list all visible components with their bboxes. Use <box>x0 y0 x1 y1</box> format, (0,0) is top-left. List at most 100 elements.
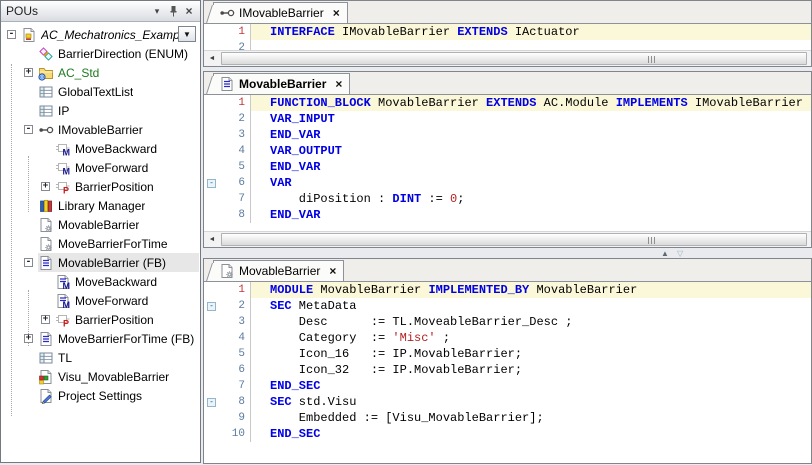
svg-text:P: P <box>63 185 69 195</box>
tree-expander-plus-icon[interactable]: + <box>41 182 50 191</box>
line-number: 7 <box>219 191 250 207</box>
editor-pane-interface: IMovableBarrier× 1INTERFACE IMovableBarr… <box>203 0 812 67</box>
tree-item-moveforward[interactable]: MMoveForward <box>1 158 199 177</box>
tab-close-icon[interactable]: × <box>335 78 342 90</box>
fold-margin <box>204 346 219 362</box>
code-text: Icon_32 := IP.MovableBarrier; <box>251 362 811 378</box>
token-kw: VAR <box>270 176 292 190</box>
line-number: 4 <box>219 330 250 346</box>
line-number: 2 <box>219 111 250 127</box>
scroll-thumb[interactable] <box>221 233 807 246</box>
scroll-left-arrow-icon[interactable]: ◄ <box>204 232 220 246</box>
tree-item-imovablebarrier[interactable]: - IMovableBarrier <box>1 120 199 139</box>
token-kw: FUNCTION_BLOCK <box>270 96 371 110</box>
code-line: 1MODULE MovableBarrier IMPLEMENTED_BY Mo… <box>204 282 811 298</box>
tree-item-visu-movablebarrier[interactable]: Visu_MovableBarrier <box>1 367 199 386</box>
tree-item-movebackward[interactable]: MMoveBackward <box>1 139 199 158</box>
token-kw: SEC <box>270 395 292 409</box>
gutter: -6 <box>204 175 251 191</box>
token-pl: Desc := TL.MoveableBarrier_Desc ; <box>270 315 572 329</box>
code-editor[interactable]: 1FUNCTION_BLOCK MovableBarrier EXTENDS A… <box>204 95 811 231</box>
code-text: diPosition : DINT := 0; <box>251 191 811 207</box>
root-dropdown-button[interactable]: ▼ <box>178 26 196 42</box>
pous-panel: POUs ▾ × -AC_Mechatronics_Example▼Barrie… <box>0 0 201 463</box>
tree-item-content: Library Manager <box>38 196 199 215</box>
horizontal-scrollbar[interactable]: ◄ <box>204 50 811 66</box>
code-editor[interactable]: 1MODULE MovableBarrier IMPLEMENTED_BY Mo… <box>204 282 811 463</box>
tree-item-movablebarrier-fb[interactable]: -MovableBarrier (FB) <box>1 253 199 272</box>
tree-item-barrierposition[interactable]: + P BarrierPosition <box>1 177 199 196</box>
tab-movablebarrier[interactable]: MovableBarrier× <box>213 73 350 94</box>
close-icon[interactable]: × <box>181 4 197 19</box>
tree-item-label: BarrierPosition <box>75 180 154 194</box>
code-text: MODULE MovableBarrier IMPLEMENTED_BY Mov… <box>251 282 811 298</box>
gutter: -8 <box>204 394 251 410</box>
tree-item-ip[interactable]: IP <box>1 101 199 120</box>
fold-margin <box>204 40 219 50</box>
tree-item-globaltextlist[interactable]: GlobalTextList <box>1 82 199 101</box>
code-text: Embedded := [Visu_MovableBarrier]; <box>251 410 811 426</box>
line-number: 2 <box>219 298 250 314</box>
tree-item-project-settings[interactable]: Project Settings <box>1 386 199 405</box>
tab-close-icon[interactable]: × <box>333 7 340 19</box>
library-icon <box>38 198 54 214</box>
fold-margin: - <box>204 175 219 191</box>
tree-expander-minus-icon[interactable]: - <box>24 258 33 267</box>
tree-expander-slot: - <box>22 123 35 136</box>
tree-item-label: MovableBarrier <box>58 218 139 232</box>
tree-expander-plus-icon[interactable]: + <box>24 68 33 77</box>
tree-expander-minus-icon[interactable]: - <box>24 125 33 134</box>
gutter: 1 <box>204 95 251 111</box>
tree-item-ac-mechatronics-example[interactable]: -AC_Mechatronics_Example▼ <box>1 25 199 44</box>
splitter-collapse-down-icon[interactable]: ▽ <box>677 249 683 258</box>
fold-collapse-icon[interactable]: - <box>207 302 216 311</box>
tree-item-content: MovableBarrier <box>38 215 199 234</box>
pou-tree: -AC_Mechatronics_Example▼BarrierDirectio… <box>1 22 199 461</box>
token-pl: Category := <box>270 331 392 345</box>
tab-movablebarrier[interactable]: MovableBarrier× <box>213 260 344 281</box>
tree-item-barrierdirection-enum[interactable]: BarrierDirection (ENUM) <box>1 44 199 63</box>
scroll-thumb[interactable] <box>221 52 807 65</box>
code-line: 5END_VAR <box>204 159 811 175</box>
code-line: -2SEC MetaData <box>204 298 811 314</box>
tree-expander-slot <box>22 389 35 402</box>
horizontal-scrollbar[interactable]: ◄ <box>204 231 811 247</box>
tree-item-movebarrierfortime-fb[interactable]: +MoveBarrierForTime (FB) <box>1 329 199 348</box>
gutter: 1 <box>204 24 251 40</box>
window-menu-icon[interactable]: ▾ <box>149 4 165 19</box>
scroll-left-arrow-icon[interactable]: ◄ <box>204 51 220 65</box>
tree-item-content: AC_Mechatronics_Example <box>21 25 199 44</box>
tree-item-tl[interactable]: TL <box>1 348 199 367</box>
code-line: 8END_VAR <box>204 207 811 223</box>
fold-margin <box>204 378 219 394</box>
tree-item-movebackward[interactable]: MMoveBackward <box>1 272 199 291</box>
pin-icon[interactable] <box>165 4 181 19</box>
tree-expander-slot <box>22 237 35 250</box>
tree-expander-plus-icon[interactable]: + <box>24 334 33 343</box>
line-number: 10 <box>219 426 250 442</box>
token-pl: std.Visu <box>292 395 357 409</box>
line-number: 7 <box>219 378 250 394</box>
tree-expander-plus-icon[interactable]: + <box>41 315 50 324</box>
tab-imovablebarrier[interactable]: IMovableBarrier× <box>213 2 348 23</box>
line-number: 8 <box>219 207 250 223</box>
code-editor[interactable]: 1INTERFACE IMovableBarrier EXTENDS IActu… <box>204 24 811 50</box>
splitter-collapse-up-icon[interactable]: ▲ <box>661 249 669 258</box>
tree-item-movablebarrier[interactable]: MovableBarrier <box>1 215 199 234</box>
gutter: 5 <box>204 159 251 175</box>
tree-item-barrierposition[interactable]: +PBarrierPosition <box>1 310 199 329</box>
tree-expander-minus-icon[interactable]: - <box>7 30 16 39</box>
tree-item-library-manager[interactable]: Library Manager <box>1 196 199 215</box>
editor-pane-module: MovableBarrier× 1MODULE MovableBarrier I… <box>203 258 812 464</box>
tree-expander-slot: + <box>22 332 35 345</box>
code-text: VAR <box>251 175 811 191</box>
enum-icon <box>38 46 54 62</box>
tree-item-moveforward[interactable]: MMoveForward <box>1 291 199 310</box>
tab-close-icon[interactable]: × <box>329 265 336 277</box>
fold-collapse-icon[interactable]: - <box>207 398 216 407</box>
tree-item-movebarrierfortime[interactable]: MoveBarrierForTime <box>1 234 199 253</box>
fb-method-icon: M <box>55 274 71 290</box>
tree-item-label: IMovableBarrier <box>58 123 143 137</box>
fold-collapse-icon[interactable]: - <box>207 179 216 188</box>
tree-item-ac-std[interactable]: +AC_Std <box>1 63 199 82</box>
